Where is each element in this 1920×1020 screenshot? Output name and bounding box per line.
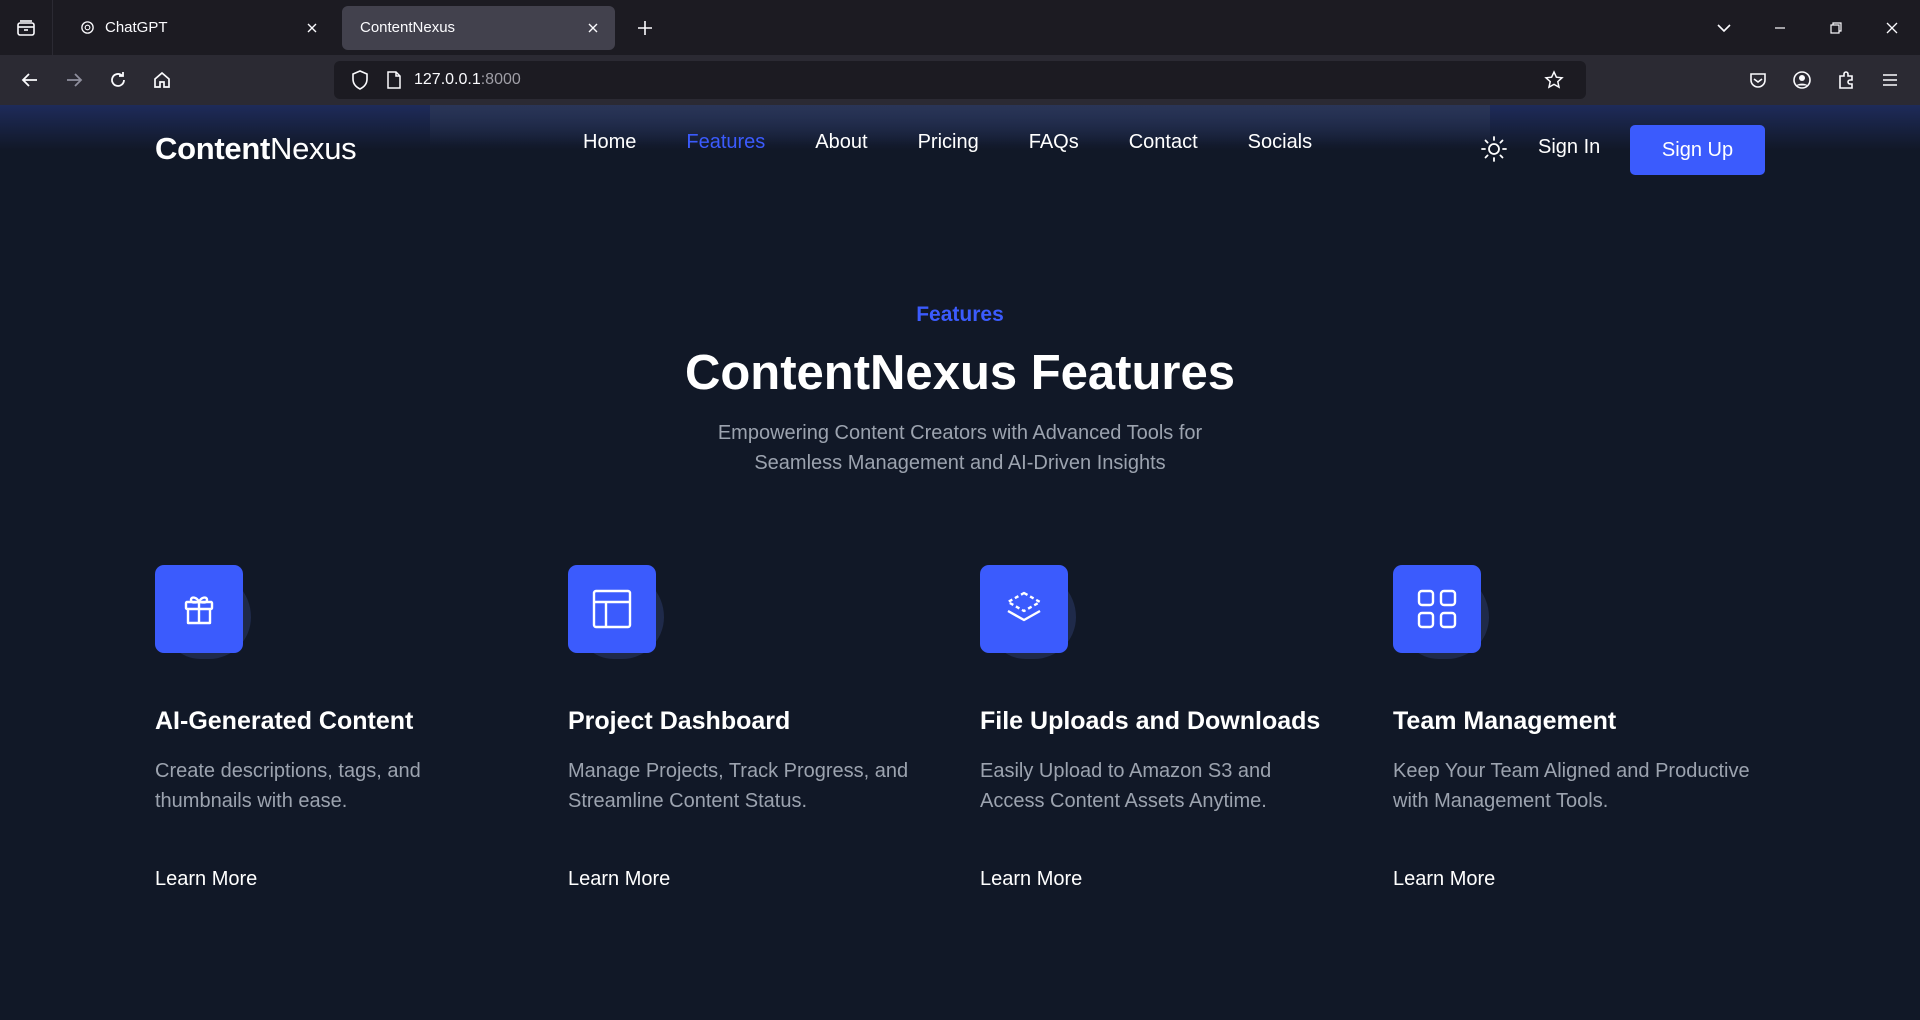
sign-in-link[interactable]: Sign In	[1538, 136, 1600, 159]
learn-more-link[interactable]: Learn More	[980, 868, 1082, 891]
url-port: :8000	[480, 71, 521, 88]
bookmark-star-icon[interactable]	[1540, 66, 1568, 94]
feature-description: Keep Your Team Aligned and Productive wi…	[1393, 760, 1750, 812]
account-icon[interactable]	[1780, 60, 1824, 100]
new-tab-icon[interactable]	[625, 8, 665, 48]
logo-bold: Content	[155, 131, 270, 166]
feature-card: Project Dashboard Manage Projects, Track…	[568, 565, 928, 890]
layers-icon	[980, 565, 1068, 653]
back-icon[interactable]	[8, 60, 52, 100]
reload-icon[interactable]	[96, 60, 140, 100]
learn-more-link[interactable]: Learn More	[155, 868, 257, 891]
home-icon[interactable]	[140, 60, 184, 100]
close-window-icon[interactable]	[1864, 0, 1920, 55]
nav-socials[interactable]: Socials	[1248, 131, 1312, 154]
extensions-icon[interactable]	[1824, 60, 1868, 100]
menu-icon[interactable]	[1868, 60, 1912, 100]
feature-card: AI-Generated Content Create descriptions…	[155, 565, 515, 890]
tab-chatgpt[interactable]: ChatGPT	[61, 6, 334, 50]
feature-card: Team Management Keep Your Team Aligned a…	[1393, 565, 1753, 890]
chatgpt-favicon-icon	[79, 20, 95, 36]
address-bar[interactable]: 127.0.0.1:8000	[334, 61, 1586, 99]
browser-tab-bar: ChatGPT ContentNexus	[0, 0, 1920, 55]
feature-description: Easily Upload to Amazon S3 and Access Co…	[980, 760, 1272, 812]
grid-icon	[1393, 565, 1481, 653]
nav-about[interactable]: About	[815, 131, 867, 154]
tab-title: ContentNexus	[360, 19, 456, 36]
site-logo[interactable]: ContentNexus	[155, 131, 357, 167]
shield-icon[interactable]	[346, 66, 374, 94]
page-subtitle: Empowering Content Creators with Advance…	[717, 422, 1203, 474]
browser-toolbar: 127.0.0.1:8000	[0, 55, 1920, 105]
section-eyebrow: Features	[916, 303, 1004, 326]
logo-light: Nexus	[269, 131, 357, 166]
nav-features[interactable]: Features	[686, 131, 765, 154]
tab-contentnexus[interactable]: ContentNexus	[342, 5, 615, 50]
sun-icon[interactable]	[1479, 134, 1509, 164]
list-all-tabs-icon[interactable]	[1696, 0, 1752, 55]
pocket-icon[interactable]	[1736, 60, 1780, 100]
forward-icon[interactable]	[52, 60, 96, 100]
restore-icon[interactable]	[1808, 0, 1864, 55]
minimize-icon[interactable]	[1752, 0, 1808, 55]
nav-faqs[interactable]: FAQs	[1029, 131, 1079, 154]
sign-up-button[interactable]: Sign Up	[1630, 125, 1765, 175]
page-title: ContentNexus Features	[684, 346, 1235, 400]
site-header: ContentNexus Home Features About Pricing…	[0, 105, 1920, 193]
main-nav: Home Features About Pricing FAQs Contact…	[583, 131, 1362, 154]
learn-more-link[interactable]: Learn More	[568, 868, 670, 891]
nav-home[interactable]: Home	[583, 131, 636, 154]
feature-title: AI-Generated Content	[155, 707, 414, 735]
url-host: 127.0.0.1	[414, 71, 481, 88]
tab-title: ChatGPT	[105, 19, 168, 36]
feature-title: Team Management	[1393, 707, 1617, 735]
nav-pricing[interactable]: Pricing	[918, 131, 979, 154]
feature-description: Create descriptions, tags, and thumbnail…	[155, 760, 421, 812]
tab-list-icon[interactable]	[0, 0, 53, 55]
webpage: ContentNexus Home Features About Pricing…	[0, 105, 1920, 1020]
close-tab-icon[interactable]	[302, 18, 322, 38]
feature-card: File Uploads and Downloads Easily Upload…	[980, 565, 1340, 890]
feature-description: Manage Projects, Track Progress, and Str…	[568, 760, 909, 812]
feature-title: File Uploads and Downloads	[980, 707, 1321, 735]
close-tab-icon[interactable]	[583, 18, 603, 38]
layout-icon	[568, 565, 656, 653]
nav-contact[interactable]: Contact	[1129, 131, 1198, 154]
gift-icon	[155, 565, 243, 653]
feature-title: Project Dashboard	[568, 707, 791, 735]
learn-more-link[interactable]: Learn More	[1393, 868, 1495, 891]
page-icon	[380, 66, 408, 94]
